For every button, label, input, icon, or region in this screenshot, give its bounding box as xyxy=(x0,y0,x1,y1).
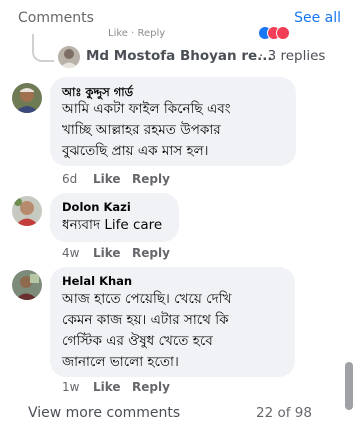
like-button[interactable]: Like xyxy=(93,380,121,394)
see-all-link[interactable]: See all xyxy=(294,10,341,26)
comment-author[interactable]: Helal Khan xyxy=(62,274,132,288)
like-button[interactable]: Like xyxy=(93,246,121,260)
comment-bubble: Helal Khan আজ হাতে পেয়েছি। খেয়ে দেখি ক… xyxy=(50,267,295,377)
pagination-count: 22 of 98 xyxy=(256,405,312,421)
avatar[interactable] xyxy=(12,83,42,113)
comment-text: আমি একটা ফাইল কিনেছি এবং খাচ্ছি আল্লাহর … xyxy=(62,101,231,159)
avatar[interactable] xyxy=(12,270,42,300)
view-replies-row[interactable]: Md Mostofa Bhoyan re... · 3 replies xyxy=(58,46,348,68)
reply-button[interactable]: Reply xyxy=(132,380,170,394)
comment-time: 6d xyxy=(62,172,78,186)
reaction-icons xyxy=(258,26,290,40)
reply-count: · 3 replies xyxy=(259,48,326,64)
reply-thread-connector xyxy=(32,34,54,62)
comment-bubble: Dolon Kazi ধন্যবাদ Life care xyxy=(50,193,179,242)
comment-actions: 6d Like Reply xyxy=(62,172,182,188)
comment-time: 1w xyxy=(62,380,80,394)
reply-button[interactable]: Reply xyxy=(132,172,170,186)
avatar[interactable] xyxy=(12,196,42,226)
comments-title: Comments xyxy=(18,10,94,26)
avatar xyxy=(58,46,80,68)
scrollbar-thumb[interactable] xyxy=(345,362,353,410)
reply-author: Md Mostofa Bhoyan re... xyxy=(86,48,273,64)
comment-bubble: আঃ কুদ্দুস গার্ড আমি একটা ফাইল কিনেছি এব… xyxy=(50,77,296,166)
comment-actions: 1w Like Reply xyxy=(62,380,182,396)
comment-time: 4w xyxy=(62,246,80,260)
view-more-comments-link[interactable]: View more comments xyxy=(28,405,180,421)
love-reaction-icon xyxy=(276,26,290,40)
partial-like-reply-row: Like · Reply xyxy=(108,28,166,39)
comment-text: আজ হাতে পেয়েছি। খেয়ে দেখি কেমন কাজ হয়… xyxy=(62,291,232,370)
comment-text: ধন্যবাদ Life care xyxy=(62,217,163,233)
comment-actions: 4w Like Reply xyxy=(62,246,182,262)
reply-button[interactable]: Reply xyxy=(132,246,170,260)
like-button[interactable]: Like xyxy=(93,172,121,186)
comment-author[interactable]: Dolon Kazi xyxy=(62,200,131,214)
